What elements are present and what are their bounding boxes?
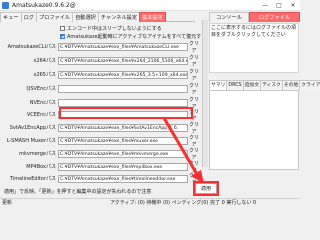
refresh-button[interactable]: 更新 <box>2 199 12 208</box>
log-info-text: ここに表示するにはログファイルの項目をダブルクリックしてください <box>209 23 299 73</box>
path-input[interactable] <box>58 98 188 107</box>
restore-items-label: Amatsukaze起動時にアクティブなアイテムをすべて復元す <box>67 34 202 40</box>
subtab-other[interactable]: その他 <box>281 80 301 90</box>
form-row-x265: x265パス C:¥DTV¥Amatsukaze¥exe_files¥x265_… <box>0 68 202 82</box>
field-label: x264パス <box>33 58 56 64</box>
queue-status-text: アクティブ: (0) 待機中 (0) ペンディング(0) 完了 0 実行しない … <box>110 200 257 206</box>
form-row-nvenc: NVEncパス クリア <box>0 97 202 110</box>
path-input[interactable] <box>58 84 188 93</box>
tab-auto-select[interactable]: 自動選択 <box>72 12 99 22</box>
field-label: MP4Boxパス <box>26 164 56 170</box>
title-bar: Amatsukaze0.9.6.2@ — □ ✕ <box>0 0 300 11</box>
form-row-qsvenc: QSVEncパス クリア <box>0 82 202 96</box>
path-input[interactable]: C:¥DTV¥Amatsukaze¥exe_files¥x264_2106_51… <box>58 56 188 65</box>
tab-log-file[interactable]: ログファイル <box>249 12 300 22</box>
sub-tabbar: サマリ DRCS 追加文 ディスク その他 クライア <box>209 80 320 90</box>
form-row-x264: x264パス C:¥DTV¥Amatsukaze¥exe_files¥x264_… <box>0 54 202 68</box>
restore-items-checkbox[interactable] <box>60 34 65 39</box>
clear-button[interactable]: クリア <box>188 82 200 96</box>
tab-log[interactable]: ログ <box>20 12 37 22</box>
field-label: mkvmergeパス <box>19 151 56 157</box>
app-icon <box>2 1 9 9</box>
field-label: L-SMASH Muxerパス <box>6 138 56 144</box>
apply-button[interactable]: 適用 <box>195 183 217 194</box>
restore-items-checkbox-row[interactable]: Amatsukaze起動時にアクティブなアイテムをすべて復元す <box>60 33 201 40</box>
sleep-prevent-checkbox[interactable] <box>60 26 65 31</box>
subtab-drcs[interactable]: DRCS <box>226 80 244 90</box>
field-label: SvtAv1EncAppパス <box>9 125 56 131</box>
clear-button[interactable]: クリア <box>188 68 200 82</box>
path-input[interactable]: C:¥DTV¥Amatsukaze¥exe_files¥x265_3.5+109… <box>58 70 188 79</box>
sleep-prevent-checkbox-row[interactable]: エンコード中はスリープしないようにする <box>60 25 162 32</box>
red-arrow-icon <box>162 117 204 184</box>
window-controls: — □ ✕ <box>258 0 300 11</box>
clear-button[interactable]: クリア <box>188 40 200 54</box>
subtab-additional[interactable]: 追加文 <box>242 80 261 90</box>
subtab-content-area <box>209 90 299 170</box>
sleep-prevent-label: エンコード中はスリープしないようにする <box>67 26 162 32</box>
tab-channel-settings[interactable]: チャンネル設定 <box>97 12 141 22</box>
field-label: x265パス <box>33 72 56 78</box>
main-tabbar: キュー ログ プロファイル 自動選択 チャンネル設定 基本設定 <box>0 12 195 22</box>
field-label: AmatsukazeCLIパス <box>7 44 56 50</box>
subtab-client[interactable]: クライア <box>299 80 320 90</box>
tab-console[interactable]: コンソール <box>209 12 249 22</box>
right-tabbar: コンソール ログファイル <box>209 12 300 22</box>
field-label: VCEEncパス <box>26 112 56 118</box>
maximize-button[interactable]: □ <box>272 0 286 11</box>
apply-note-text: 適用」で反映。「更新」を押すと編集中の設定が失われるので注意 <box>4 189 152 195</box>
window-title: Amatsukaze0.9.6.2@ <box>12 1 76 9</box>
subtab-summary[interactable]: サマリ <box>209 80 228 90</box>
path-input[interactable]: C:¥DTV¥Amatsukaze¥exe_files¥AmatsukazeCL… <box>58 42 188 51</box>
status-bar: 更新 アクティブ: (0) 待機中 (0) ペンディング(0) 完了 0 実行し… <box>0 198 300 207</box>
subtab-disk[interactable]: ディスク <box>260 80 283 90</box>
field-label: TimelineEditorパス <box>9 176 56 182</box>
minimize-button[interactable]: — <box>258 0 272 11</box>
close-button[interactable]: ✕ <box>286 0 300 11</box>
form-row-amatsukazecli: AmatsukazeCLIパス C:¥DTV¥Amatsukaze¥exe_fi… <box>0 40 202 54</box>
field-label: QSVEncパス <box>26 86 56 92</box>
field-label: NVEncパス <box>29 100 56 106</box>
tab-queue[interactable]: キュー <box>0 12 22 22</box>
tab-profile[interactable]: プロファイル <box>35 12 74 22</box>
clear-button[interactable]: クリア <box>188 54 200 68</box>
tab-basic-settings[interactable]: 基本設定 <box>139 12 166 22</box>
